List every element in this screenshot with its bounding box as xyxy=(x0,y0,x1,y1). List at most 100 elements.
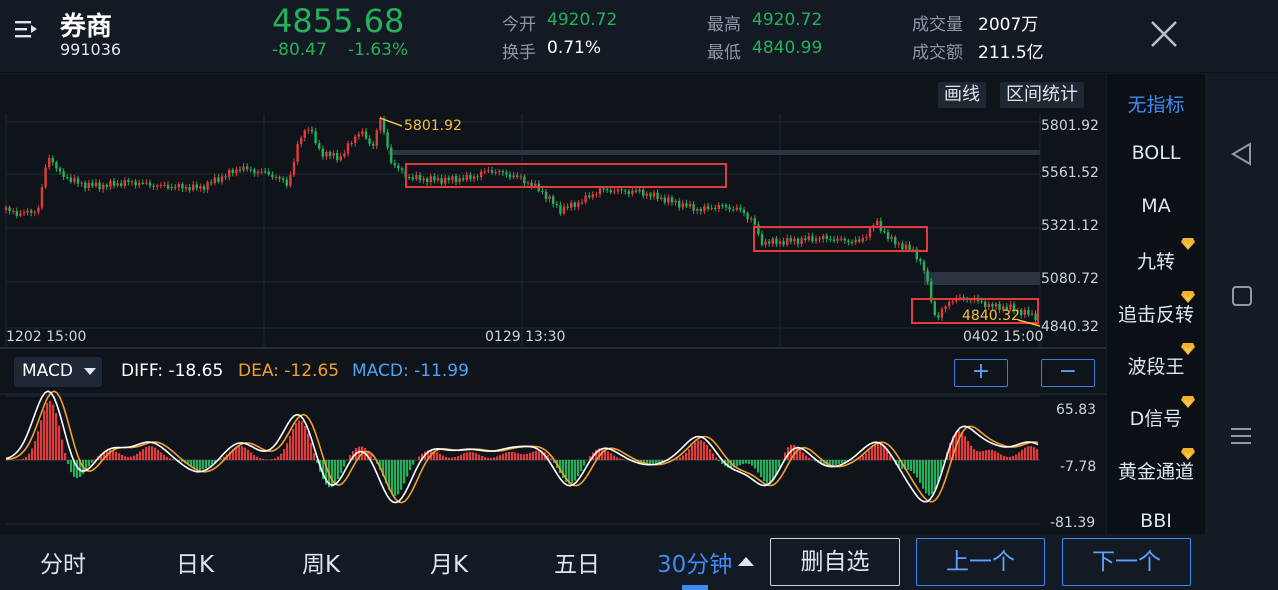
candle-body xyxy=(980,301,983,303)
macd-bar xyxy=(337,460,340,479)
macd-bar xyxy=(745,460,748,464)
tab-30min[interactable]: 30分钟 xyxy=(657,545,732,579)
sidebar-item-ma[interactable]: MA xyxy=(1107,195,1205,217)
macd-bar xyxy=(244,447,247,460)
candle-body xyxy=(534,183,537,187)
indicator-sidebar: 无指标 BOLL MA 九转 追击反转 波段王 D信号 黄金通道 BBI xyxy=(1107,74,1205,534)
macd-bar xyxy=(112,450,115,460)
candle-body xyxy=(508,174,512,178)
sidebar-item-nine-turn[interactable]: 九转 xyxy=(1107,247,1205,274)
stock-name: 券商 xyxy=(60,12,113,42)
recents-icon[interactable] xyxy=(1230,426,1252,446)
macd-bar xyxy=(517,453,520,460)
candle-body xyxy=(1023,309,1026,315)
tab-weekly-k[interactable]: 周K xyxy=(302,545,340,579)
zoom-in-button[interactable]: + xyxy=(954,359,1008,387)
back-icon[interactable] xyxy=(1230,142,1252,166)
draw-line-button[interactable]: 画线 xyxy=(938,82,986,108)
candle-body xyxy=(8,207,11,212)
macd-bar xyxy=(1024,447,1027,460)
candle-body xyxy=(602,188,605,190)
candle-body xyxy=(163,184,166,186)
candle-body xyxy=(148,182,152,186)
macd-bar xyxy=(526,453,529,460)
candle-body xyxy=(760,234,764,245)
caret-up-icon[interactable] xyxy=(738,556,754,566)
candle-body xyxy=(195,184,198,189)
home-icon[interactable] xyxy=(1232,286,1252,306)
candle-body xyxy=(753,218,756,225)
sidebar-item-bbi[interactable]: BBI xyxy=(1107,510,1205,532)
candle-body xyxy=(58,168,62,172)
sidebar-item-wave-king[interactable]: 波段王 xyxy=(1107,352,1205,379)
candle-body xyxy=(170,186,173,189)
candle-body xyxy=(98,182,101,190)
system-nav-rail xyxy=(1206,74,1278,590)
candle-body xyxy=(609,190,612,193)
candle-body xyxy=(393,162,396,166)
candle-body xyxy=(685,203,688,207)
sidebar-item-d-signal[interactable]: D信号 xyxy=(1107,404,1205,431)
macd-bar xyxy=(880,443,883,460)
sidebar-item-boll[interactable]: BOLL xyxy=(1107,142,1205,164)
macd-bar xyxy=(613,455,616,460)
macd-bar xyxy=(313,452,316,460)
candle-body xyxy=(328,152,332,156)
active-tab-indicator xyxy=(682,585,708,590)
macd-bar xyxy=(211,460,214,465)
chart-panel[interactable]: 画线 区间统计 5801.92 5561.52 5321.12 5080.72 … xyxy=(0,74,1106,534)
macd-bar xyxy=(715,457,718,460)
candle-body xyxy=(375,130,378,146)
remove-watchlist-button[interactable]: 删自选 xyxy=(770,538,900,586)
sidebar-item-gold-channel[interactable]: 黄金通道 xyxy=(1107,457,1205,484)
candle-body xyxy=(922,261,926,271)
turnover-label: 换手 xyxy=(502,43,536,63)
candle-body xyxy=(80,182,83,184)
candle-body xyxy=(580,202,584,204)
macd-bar xyxy=(154,447,157,460)
tab-daily-k[interactable]: 日K xyxy=(176,545,214,579)
close-icon[interactable] xyxy=(1148,18,1180,50)
tab-intraday[interactable]: 分时 xyxy=(40,545,86,579)
amount-label: 成交额 xyxy=(912,43,963,63)
candle-body xyxy=(26,210,29,213)
macd-bar xyxy=(532,451,535,460)
candle-body xyxy=(87,182,90,189)
macd-bar xyxy=(472,452,475,460)
candle-body xyxy=(876,220,879,226)
candle-body xyxy=(901,243,904,250)
macd-bar xyxy=(988,449,991,460)
tab-five-day[interactable]: 五日 xyxy=(554,545,600,579)
candle-body xyxy=(440,178,443,184)
sidebar-item-chase-reverse[interactable]: 追击反转 xyxy=(1107,300,1205,327)
range-stats-button[interactable]: 区间统计 xyxy=(1000,82,1084,108)
macd-bar xyxy=(115,451,118,460)
candle-body xyxy=(422,178,425,181)
tab-monthly-k[interactable]: 月K xyxy=(430,545,468,579)
indicator-selector[interactable]: MACD xyxy=(14,357,102,387)
sidebar-item-none[interactable]: 无指标 xyxy=(1107,90,1205,117)
candle-body xyxy=(224,176,227,178)
previous-button[interactable]: 上一个 xyxy=(916,538,1045,586)
macd-bar xyxy=(514,452,517,460)
menu-icon[interactable] xyxy=(14,18,38,40)
macd-bar xyxy=(832,460,835,466)
candle-body xyxy=(123,180,126,186)
macd-bar xyxy=(196,460,199,470)
candle-body xyxy=(768,241,771,244)
candle-body xyxy=(825,235,828,240)
macd-bar xyxy=(766,460,769,484)
y-tick-4: 5080.72 xyxy=(1041,271,1099,287)
candle-body xyxy=(343,153,346,157)
macd-bar xyxy=(1000,454,1003,460)
candle-body xyxy=(235,169,238,174)
macd-bar xyxy=(682,455,685,460)
candle-body xyxy=(465,174,468,180)
macd-bar xyxy=(250,452,253,460)
zoom-out-button[interactable]: − xyxy=(1041,359,1095,387)
candle-body xyxy=(472,176,476,179)
macd-bar xyxy=(748,460,751,465)
next-button[interactable]: 下一个 xyxy=(1062,538,1191,586)
chart-canvas[interactable] xyxy=(0,74,1106,534)
candle-body xyxy=(627,191,630,194)
